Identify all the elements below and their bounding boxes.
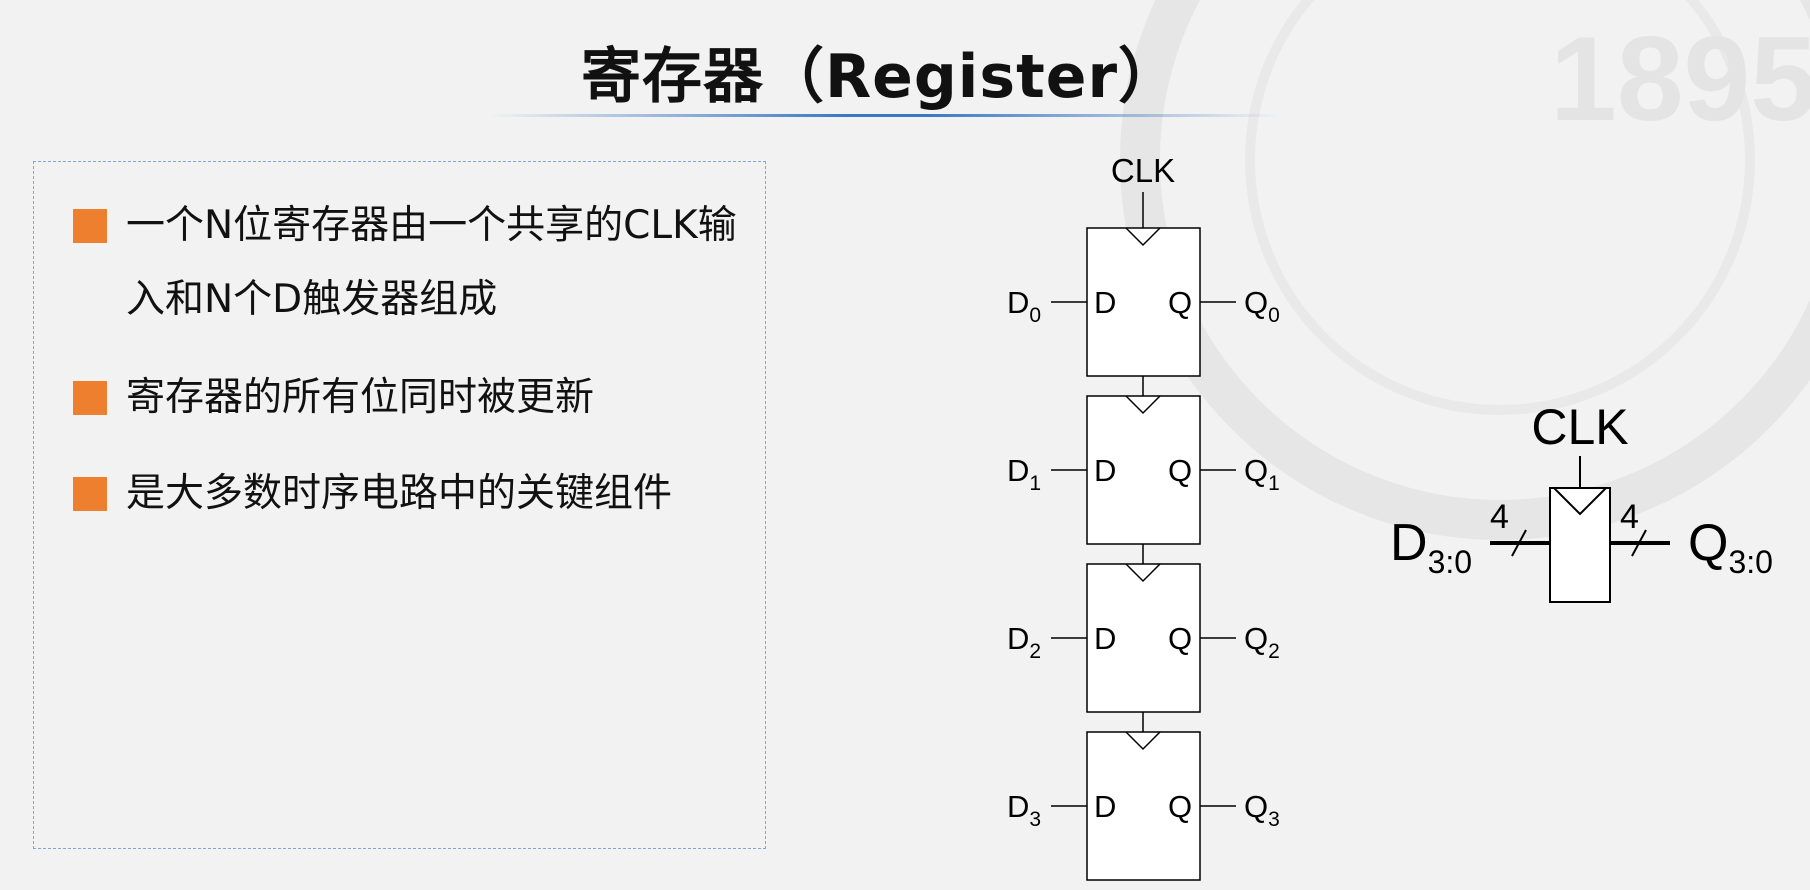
- q-pin-label: Q: [1168, 285, 1192, 320]
- q-pin-label: Q: [1168, 789, 1192, 824]
- input-label: D0: [1007, 285, 1041, 327]
- input-label: D1: [1007, 453, 1041, 495]
- register-diagrams: CLK D Q D0 Q0 D Q D1 Q1 D Q D2 Q2 D Q D3…: [1007, 152, 1773, 881]
- flipflop-2: D Q D2 Q2: [1007, 563, 1280, 713]
- clk-label: CLK: [1111, 152, 1175, 189]
- symbol-output-label: Q3:0: [1688, 514, 1773, 580]
- input-label: D2: [1007, 621, 1041, 663]
- register-box: [1549, 487, 1611, 603]
- d-pin-label: D: [1094, 453, 1116, 488]
- d-pin-label: D: [1094, 621, 1116, 656]
- register-symbol-diagram: CLK 4 4 D3:0 Q3:0: [1390, 399, 1773, 603]
- q-pin-label: Q: [1168, 621, 1192, 656]
- d-pin-label: D: [1094, 285, 1116, 320]
- output-label: Q3: [1244, 789, 1280, 831]
- d-pin-label: D: [1094, 789, 1116, 824]
- output-label: Q1: [1244, 453, 1280, 495]
- flipflop-3: D Q D3 Q3: [1007, 731, 1280, 881]
- input-label: D3: [1007, 789, 1041, 831]
- q-pin-label: Q: [1168, 453, 1192, 488]
- flipflop-1: D Q D1 Q1: [1007, 395, 1280, 545]
- output-label: Q2: [1244, 621, 1280, 663]
- symbol-clk-label: CLK: [1531, 399, 1628, 455]
- input-width-label: 4: [1490, 498, 1509, 536]
- symbol-input-label: D3:0: [1390, 514, 1472, 580]
- flipflop-stack-diagram: CLK D Q D0 Q0 D Q D1 Q1 D Q D2 Q2 D Q D3…: [1007, 152, 1280, 881]
- output-label: Q0: [1244, 285, 1280, 327]
- output-width-label: 4: [1620, 498, 1639, 536]
- flipflop-0: D Q D0 Q0: [1007, 227, 1280, 377]
